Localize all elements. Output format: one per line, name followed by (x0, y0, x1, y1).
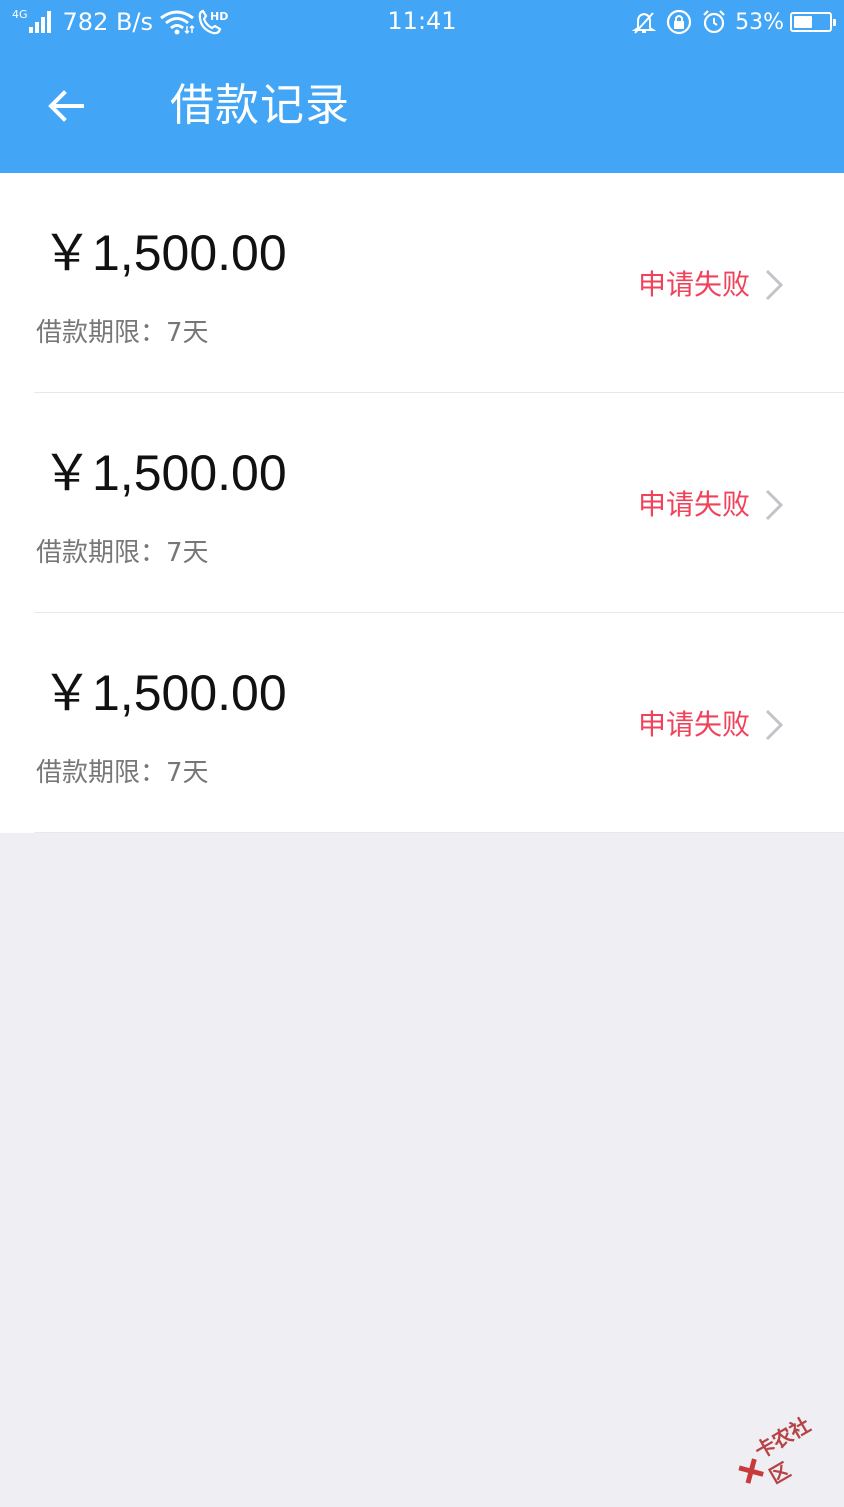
battery-percent: 53% (735, 9, 784, 35)
arrow-left-icon (48, 90, 84, 122)
loan-record-list: ￥1,500.00 借款期限：7天 申请失败 ￥1,500.00 借款期限：7天… (0, 173, 844, 833)
alarm-icon (703, 10, 725, 34)
page-title: 借款记录 (170, 80, 350, 131)
loan-term: 借款期限：7天 (36, 318, 209, 348)
status-right: 53% (631, 7, 836, 37)
divider (34, 832, 844, 833)
loan-record-item[interactable]: ￥1,500.00 借款期限：7天 申请失败 (0, 393, 844, 613)
status-badge: 申请失败 (637, 488, 750, 521)
status-badge: 申请失败 (637, 268, 750, 301)
mute-bell-icon (631, 12, 657, 34)
app-header: 借款记录 (0, 44, 844, 173)
loan-record-item[interactable]: ￥1,500.00 借款期限：7天 申请失败 (0, 613, 844, 833)
loan-term: 借款期限：7天 (36, 758, 209, 788)
chevron-right-icon (765, 269, 784, 301)
chevron-right-icon (765, 489, 784, 521)
loan-record-item[interactable]: ￥1,500.00 借款期限：7天 申请失败 (0, 173, 844, 393)
chevron-right-icon (765, 709, 784, 741)
status-bar: 4G 782 B/s HD 11:41 53% (0, 0, 844, 44)
back-button[interactable] (28, 68, 104, 144)
status-badge: 申请失败 (637, 708, 750, 741)
loan-amount: ￥1,500.00 (42, 665, 287, 721)
watermark: 卡农社区 (723, 1395, 844, 1507)
loan-term: 借款期限：7天 (36, 538, 209, 568)
loan-amount: ￥1,500.00 (42, 445, 287, 501)
battery-icon (790, 12, 836, 32)
rotation-lock-icon (666, 9, 692, 35)
loan-amount: ￥1,500.00 (42, 225, 287, 281)
battery-level (794, 16, 812, 28)
